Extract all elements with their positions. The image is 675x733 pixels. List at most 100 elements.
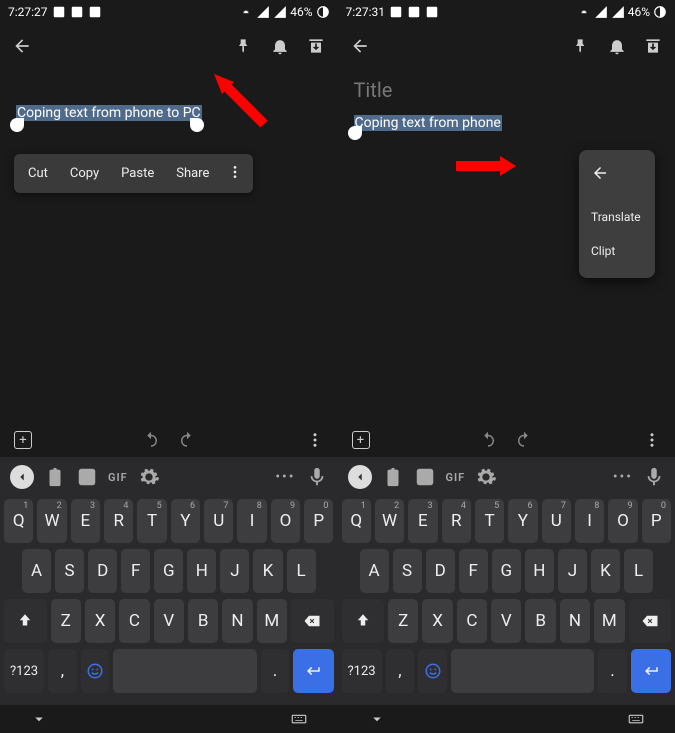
settings-icon[interactable] — [138, 466, 160, 488]
key-d[interactable]: D — [88, 549, 117, 593]
selected-note-text[interactable]: Coping text from phone — [354, 115, 502, 131]
keyboard-collapse-button[interactable] — [10, 465, 34, 489]
emoji-key[interactable] — [418, 649, 447, 693]
key-h[interactable]: H — [187, 549, 216, 593]
key-v[interactable]: V — [491, 599, 521, 643]
paste-button[interactable]: Paste — [111, 160, 164, 187]
key-j[interactable]: J — [220, 549, 249, 593]
menu-item-clipt[interactable]: Clipt — [579, 234, 655, 268]
key-q[interactable]: Q1 — [4, 499, 33, 543]
overflow-icon[interactable] — [643, 431, 661, 449]
key-s[interactable]: S — [55, 549, 84, 593]
key-i[interactable]: I8 — [237, 499, 266, 543]
pin-icon[interactable] — [234, 36, 254, 56]
key-m[interactable]: M — [594, 599, 624, 643]
mic-icon[interactable] — [306, 466, 328, 488]
reminder-icon[interactable] — [607, 36, 627, 56]
key-f[interactable]: F — [121, 549, 150, 593]
menu-back-button[interactable] — [579, 160, 655, 200]
gif-button[interactable]: GIF — [446, 471, 466, 484]
gif-button[interactable]: GIF — [108, 471, 128, 484]
keyboard-more-icon[interactable]: ••• — [275, 469, 295, 485]
key-e[interactable]: E3 — [71, 499, 100, 543]
nav-down-icon[interactable] — [368, 710, 386, 728]
menu-item-translate[interactable]: Translate — [579, 200, 655, 234]
selected-note-text[interactable]: Coping text from phone to PC — [16, 105, 202, 121]
key-n[interactable]: N — [222, 599, 252, 643]
key-s[interactable]: S — [393, 549, 422, 593]
archive-icon[interactable] — [306, 36, 326, 56]
key-w[interactable]: W2 — [375, 499, 404, 543]
selection-handle-start[interactable] — [10, 118, 24, 132]
backspace-key[interactable] — [291, 599, 334, 643]
key-a[interactable]: A — [22, 549, 51, 593]
key-p[interactable]: P0 — [642, 499, 671, 543]
key-q[interactable]: Q1 — [342, 499, 371, 543]
translate-icon[interactable] — [414, 466, 436, 488]
key-p[interactable]: P0 — [304, 499, 333, 543]
key-k[interactable]: K — [591, 549, 620, 593]
settings-icon[interactable] — [475, 466, 497, 488]
cut-button[interactable]: Cut — [18, 160, 58, 187]
key-v[interactable]: V — [154, 599, 184, 643]
emoji-key[interactable] — [81, 649, 110, 693]
selection-handle-start[interactable] — [348, 126, 362, 140]
key-l[interactable]: L — [624, 549, 653, 593]
key-l[interactable]: L — [287, 549, 316, 593]
back-icon[interactable] — [350, 36, 370, 56]
clipboard-icon[interactable] — [382, 466, 404, 488]
share-button[interactable]: Share — [166, 160, 219, 187]
pin-icon[interactable] — [571, 36, 591, 56]
add-button[interactable]: + — [14, 431, 32, 449]
key-u[interactable]: U7 — [542, 499, 571, 543]
shift-key[interactable] — [342, 599, 385, 643]
back-icon[interactable] — [12, 36, 32, 56]
key-g[interactable]: G — [492, 549, 521, 593]
symbols-key[interactable]: ?123 — [4, 649, 44, 693]
reminder-icon[interactable] — [270, 36, 290, 56]
nav-keyboard-icon[interactable] — [290, 710, 308, 728]
key-a[interactable]: A — [360, 549, 389, 593]
shift-key[interactable] — [4, 599, 47, 643]
key-e[interactable]: E3 — [408, 499, 437, 543]
backspace-key[interactable] — [629, 599, 672, 643]
clipboard-icon[interactable] — [44, 466, 66, 488]
key-z[interactable]: Z — [51, 599, 81, 643]
key-h[interactable]: H — [525, 549, 554, 593]
translate-icon[interactable] — [76, 466, 98, 488]
symbols-key[interactable]: ?123 — [342, 649, 382, 693]
key-x[interactable]: X — [85, 599, 115, 643]
comma-key[interactable]: , — [386, 649, 415, 693]
key-o[interactable]: O9 — [608, 499, 637, 543]
enter-key[interactable] — [631, 649, 671, 693]
comma-key[interactable]: , — [48, 649, 77, 693]
key-m[interactable]: M — [257, 599, 287, 643]
add-button[interactable]: + — [352, 431, 370, 449]
more-options-button[interactable] — [221, 164, 249, 184]
selection-handle-end[interactable] — [190, 118, 204, 132]
key-b[interactable]: B — [188, 599, 218, 643]
key-i[interactable]: I8 — [575, 499, 604, 543]
key-y[interactable]: Y6 — [171, 499, 200, 543]
key-t[interactable]: T5 — [137, 499, 166, 543]
key-r[interactable]: R4 — [104, 499, 133, 543]
key-o[interactable]: O9 — [271, 499, 300, 543]
mic-icon[interactable] — [643, 466, 665, 488]
period-key[interactable]: . — [261, 649, 290, 693]
enter-key[interactable] — [293, 649, 333, 693]
title-placeholder[interactable]: Title — [354, 78, 660, 102]
key-f[interactable]: F — [459, 549, 488, 593]
key-c[interactable]: C — [119, 599, 149, 643]
key-n[interactable]: N — [560, 599, 590, 643]
note-editor[interactable]: Cut Copy Paste Share Coping text from ph… — [0, 68, 338, 425]
keyboard-more-icon[interactable]: ••• — [613, 469, 633, 485]
key-u[interactable]: U7 — [204, 499, 233, 543]
copy-button[interactable]: Copy — [60, 160, 109, 187]
redo-icon[interactable] — [515, 431, 533, 449]
nav-down-icon[interactable] — [30, 710, 48, 728]
keyboard-collapse-button[interactable] — [348, 465, 372, 489]
key-x[interactable]: X — [422, 599, 452, 643]
key-d[interactable]: D — [426, 549, 455, 593]
overflow-icon[interactable] — [306, 431, 324, 449]
space-key[interactable] — [113, 649, 256, 693]
